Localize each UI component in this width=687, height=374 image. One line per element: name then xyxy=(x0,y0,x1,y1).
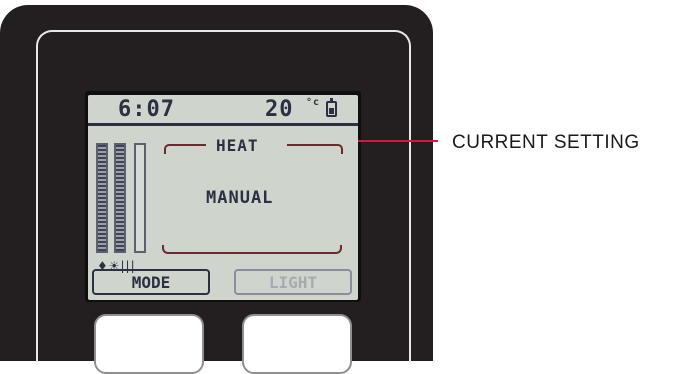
bracket-bottom xyxy=(162,245,342,254)
lcd-header: 6:07 20 °c xyxy=(88,95,358,126)
level-bar-3 xyxy=(134,143,146,253)
temperature-unit: °c xyxy=(306,97,321,108)
bracket-left xyxy=(164,144,206,154)
mode-title: HEAT xyxy=(216,136,259,155)
lcd-screen: 6:07 20 °c ♦☀||| HEAT MANUAL MODE LIGHT xyxy=(88,95,358,300)
level-bar-1 xyxy=(96,143,108,253)
right-physical-button[interactable] xyxy=(242,314,352,374)
mode-softkey[interactable]: MODE xyxy=(92,269,210,295)
callout-line xyxy=(358,140,438,142)
temperature-value: 20 xyxy=(265,97,294,122)
bracket-right xyxy=(287,144,343,154)
clock-time: 6:07 xyxy=(118,97,175,122)
callout-label: CURRENT SETTING xyxy=(452,132,640,153)
battery-icon xyxy=(326,98,337,117)
left-physical-button[interactable] xyxy=(94,314,204,374)
light-softkey[interactable]: LIGHT xyxy=(234,269,352,295)
level-bar-2 xyxy=(114,143,126,253)
current-setting-value: MANUAL xyxy=(206,188,274,208)
